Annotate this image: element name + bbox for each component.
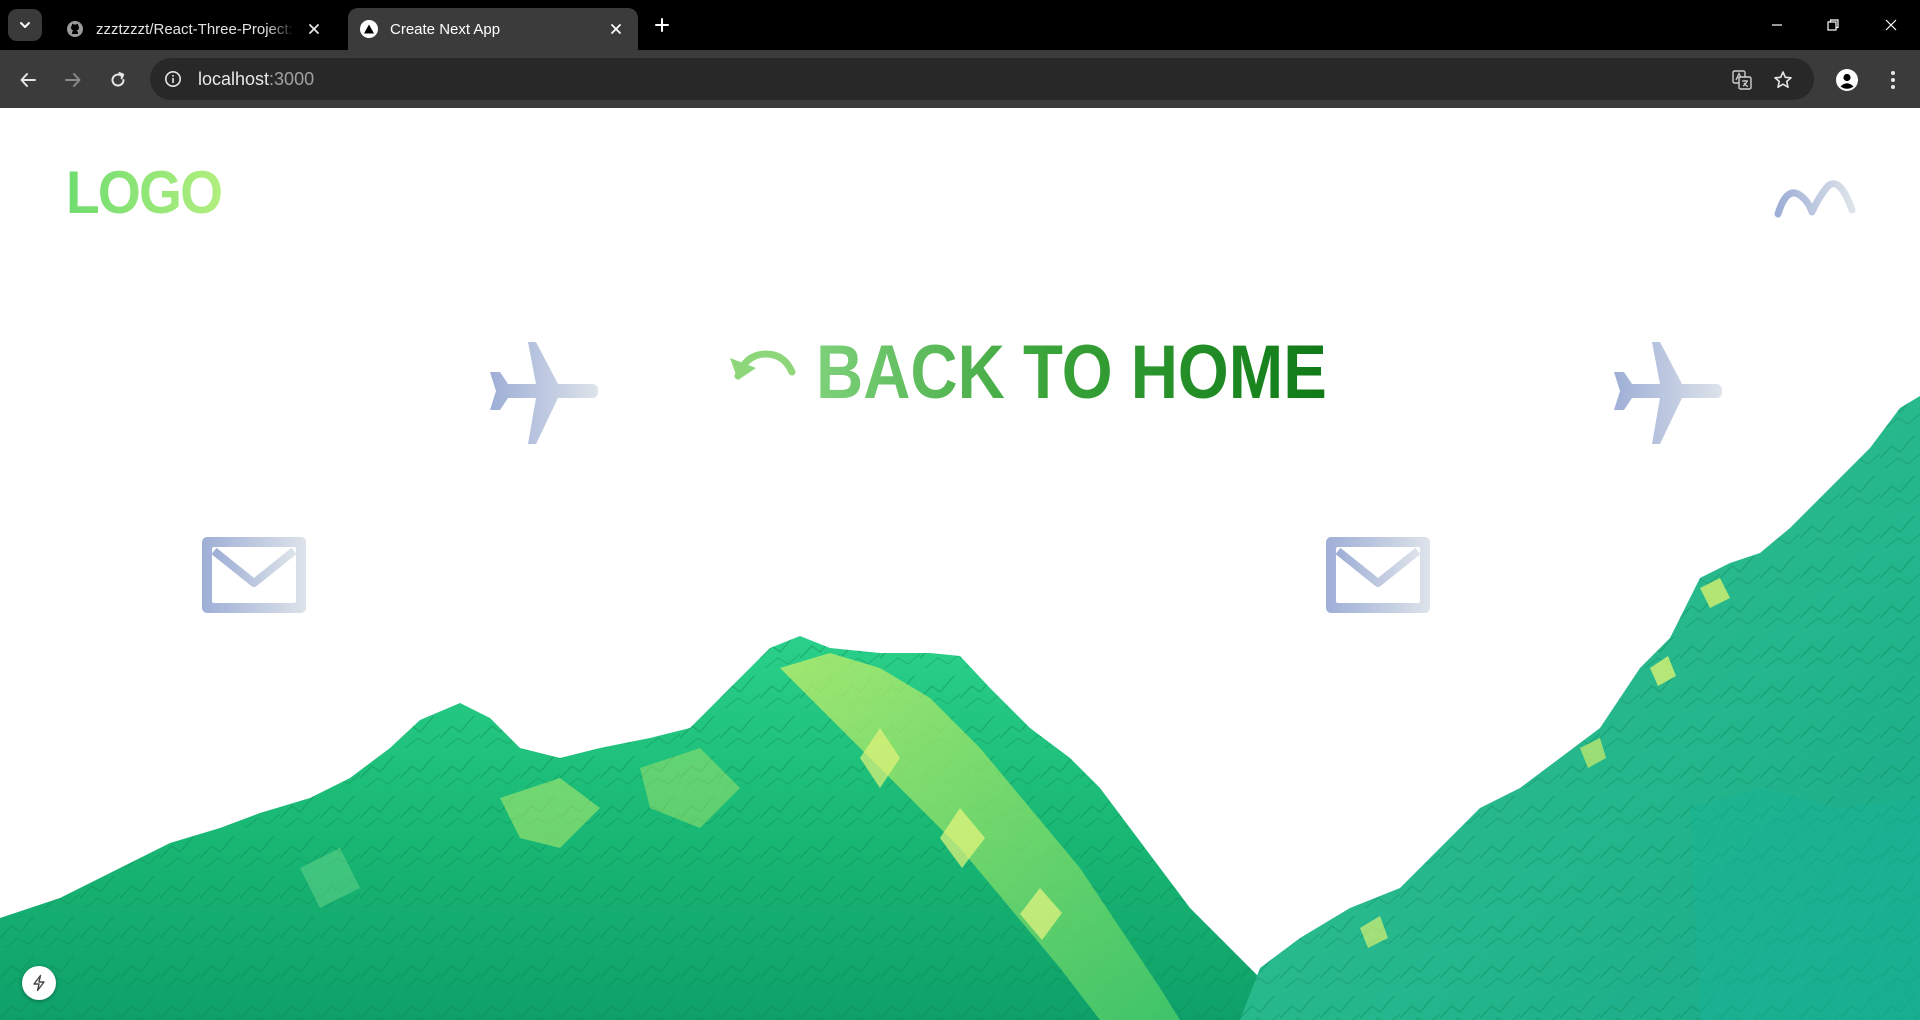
- kebab-menu-icon: [1891, 71, 1895, 89]
- mail-icon: [1326, 537, 1430, 613]
- github-icon: [66, 20, 84, 38]
- back-to-home-link[interactable]: BACK TO HOME: [726, 326, 1410, 418]
- site-info-icon[interactable]: [162, 68, 184, 90]
- url-port: :3000: [269, 68, 315, 89]
- address-bar[interactable]: localhost:3000: [150, 58, 1814, 100]
- translate-icon[interactable]: [1730, 68, 1754, 92]
- close-window-button[interactable]: [1878, 12, 1904, 38]
- tab-title: Create Next App: [390, 20, 501, 38]
- menu-button[interactable]: [1880, 67, 1906, 93]
- tab-title: zzztzzzt/React-Three-Project:: [96, 20, 293, 38]
- profile-button[interactable]: [1834, 67, 1860, 93]
- page-viewport: LOGO BACK TO HOME: [0, 108, 1920, 1020]
- site-logo[interactable]: LOGO: [66, 158, 223, 227]
- avatar-icon: [1836, 69, 1858, 91]
- arrow-right-icon: [65, 73, 81, 87]
- restore-button[interactable]: [1820, 12, 1846, 38]
- arrow-left-icon: [20, 73, 36, 87]
- plus-icon: [655, 18, 669, 32]
- minimize-button[interactable]: [1764, 12, 1790, 38]
- back-button[interactable]: [15, 67, 41, 93]
- tab-github[interactable]: zzztzzzt/React-Three-Project:: [54, 8, 336, 50]
- restore-icon: [1827, 19, 1839, 31]
- reload-icon: [111, 72, 125, 87]
- wave-brand-icon[interactable]: [1772, 174, 1858, 222]
- tab-create-next-app[interactable]: Create Next App: [348, 8, 638, 50]
- mail-icon: [202, 537, 306, 613]
- spark-icon: [33, 974, 45, 992]
- url-host: localhost: [198, 68, 270, 89]
- close-tab-icon[interactable]: [304, 19, 324, 39]
- close-tab-icon[interactable]: [606, 19, 626, 39]
- url-text: localhost:3000: [198, 69, 314, 90]
- chevron-down-icon: [20, 22, 30, 28]
- plane-icon: [1614, 342, 1722, 444]
- tab-bar: zzztzzzt/React-Three-Project: Create Nex…: [0, 0, 1920, 50]
- tab-search-button[interactable]: [8, 9, 42, 41]
- browser-toolbar: localhost:3000: [0, 50, 1920, 108]
- minimize-icon: [1772, 24, 1782, 26]
- dev-tools-button[interactable]: [22, 966, 56, 1000]
- new-tab-button[interactable]: [650, 13, 674, 37]
- close-icon: [1885, 19, 1897, 31]
- forward-button[interactable]: [60, 67, 86, 93]
- reload-button[interactable]: [105, 67, 131, 93]
- undo-arrow-icon: [730, 350, 796, 380]
- bookmark-star-icon[interactable]: [1771, 68, 1795, 92]
- nextjs-triangle-icon: [360, 20, 378, 38]
- plane-icon: [490, 342, 598, 444]
- back-to-home-label: BACK TO HOME: [816, 329, 1327, 415]
